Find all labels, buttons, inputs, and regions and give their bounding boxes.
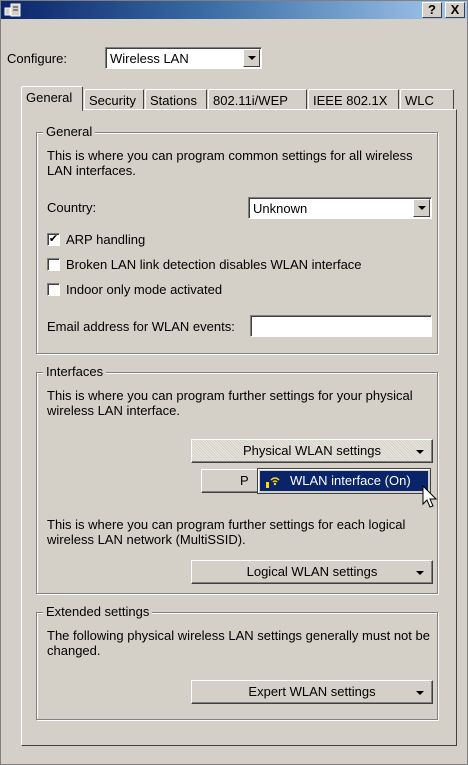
extended-group-title: Extended settings (43, 604, 153, 619)
broken-link-checkbox-label: Broken LAN link detection disables WLAN … (66, 257, 362, 272)
logical-description: This is where you can program further se… (47, 517, 406, 547)
menu-item-wlan-interface[interactable]: WLAN interface (On) (260, 471, 428, 491)
chevron-down-icon[interactable] (413, 199, 430, 217)
logical-wlan-settings-button[interactable]: Logical WLAN settings (191, 560, 433, 584)
tab-stations[interactable]: Stations (145, 89, 207, 110)
arp-checkbox-label: ARP handling (66, 232, 146, 247)
menu-item-wlan-interface-label: WLAN interface (On) (290, 473, 411, 488)
config-window: ? X Configure: Wireless LAN General Secu… (0, 0, 468, 765)
checkbox-box[interactable] (47, 283, 60, 296)
checkbox-box[interactable] (47, 258, 60, 271)
email-field[interactable] (250, 315, 432, 337)
configure-select[interactable]: Wireless LAN (105, 47, 262, 69)
chevron-down-icon[interactable] (243, 49, 260, 67)
country-select-value: Unknown (253, 201, 308, 216)
chevron-down-icon (416, 571, 424, 575)
tab-80211i-wep[interactable]: 802.11i/WEP (208, 89, 307, 110)
expert-wlan-settings-label: Expert WLAN settings (248, 684, 376, 699)
physical-wlan-settings-label: Physical WLAN settings (243, 443, 381, 458)
chevron-down-icon (416, 691, 424, 695)
country-select[interactable]: Unknown (248, 197, 432, 219)
tab-security[interactable]: Security (84, 89, 144, 110)
title-bar[interactable]: ? X (1, 1, 467, 19)
configure-select-value: Wireless LAN (110, 51, 189, 66)
mouse-cursor-icon (422, 485, 438, 508)
checkmark-icon[interactable]: ✔ (47, 233, 60, 246)
configure-label: Configure: (7, 51, 67, 66)
physical-description: This is where you can program further se… (47, 388, 413, 418)
physical-wlan-settings-button[interactable]: Physical WLAN settings (191, 439, 433, 463)
chevron-down-icon (416, 450, 424, 454)
tab-ieee-8021x[interactable]: IEEE 802.1X (308, 89, 399, 110)
close-button[interactable]: X (445, 2, 465, 18)
tab-general[interactable]: General (21, 86, 83, 111)
help-button[interactable]: ? (422, 2, 442, 18)
expert-wlan-settings-button[interactable]: Expert WLAN settings (191, 680, 433, 704)
general-group-title: General (43, 124, 96, 139)
logical-wlan-settings-label: Logical WLAN settings (246, 564, 378, 579)
physical-wlan-dropdown-menu: WLAN interface (On) (257, 468, 431, 494)
email-label: Email address for WLAN events: (47, 319, 235, 334)
app-icon (4, 3, 21, 17)
extended-description: The following physical wireless LAN sett… (47, 628, 430, 658)
general-description: This is where you can program common set… (47, 148, 413, 178)
tab-panel-general: General This is where you can program co… (21, 109, 457, 746)
indoor-checkbox-label: Indoor only mode activated (66, 282, 223, 297)
extended-group: Extended settings The following physical… (36, 604, 438, 720)
general-group: General This is where you can program co… (36, 124, 438, 354)
interfaces-group-title: Interfaces (43, 364, 107, 379)
wlan-antenna-icon (266, 477, 280, 488)
country-label: Country: (47, 200, 97, 215)
physical-submenu-button[interactable]: P (201, 469, 261, 493)
tab-wlc[interactable]: WLC (400, 89, 454, 110)
physical-submenu-button-label: P (240, 473, 249, 488)
